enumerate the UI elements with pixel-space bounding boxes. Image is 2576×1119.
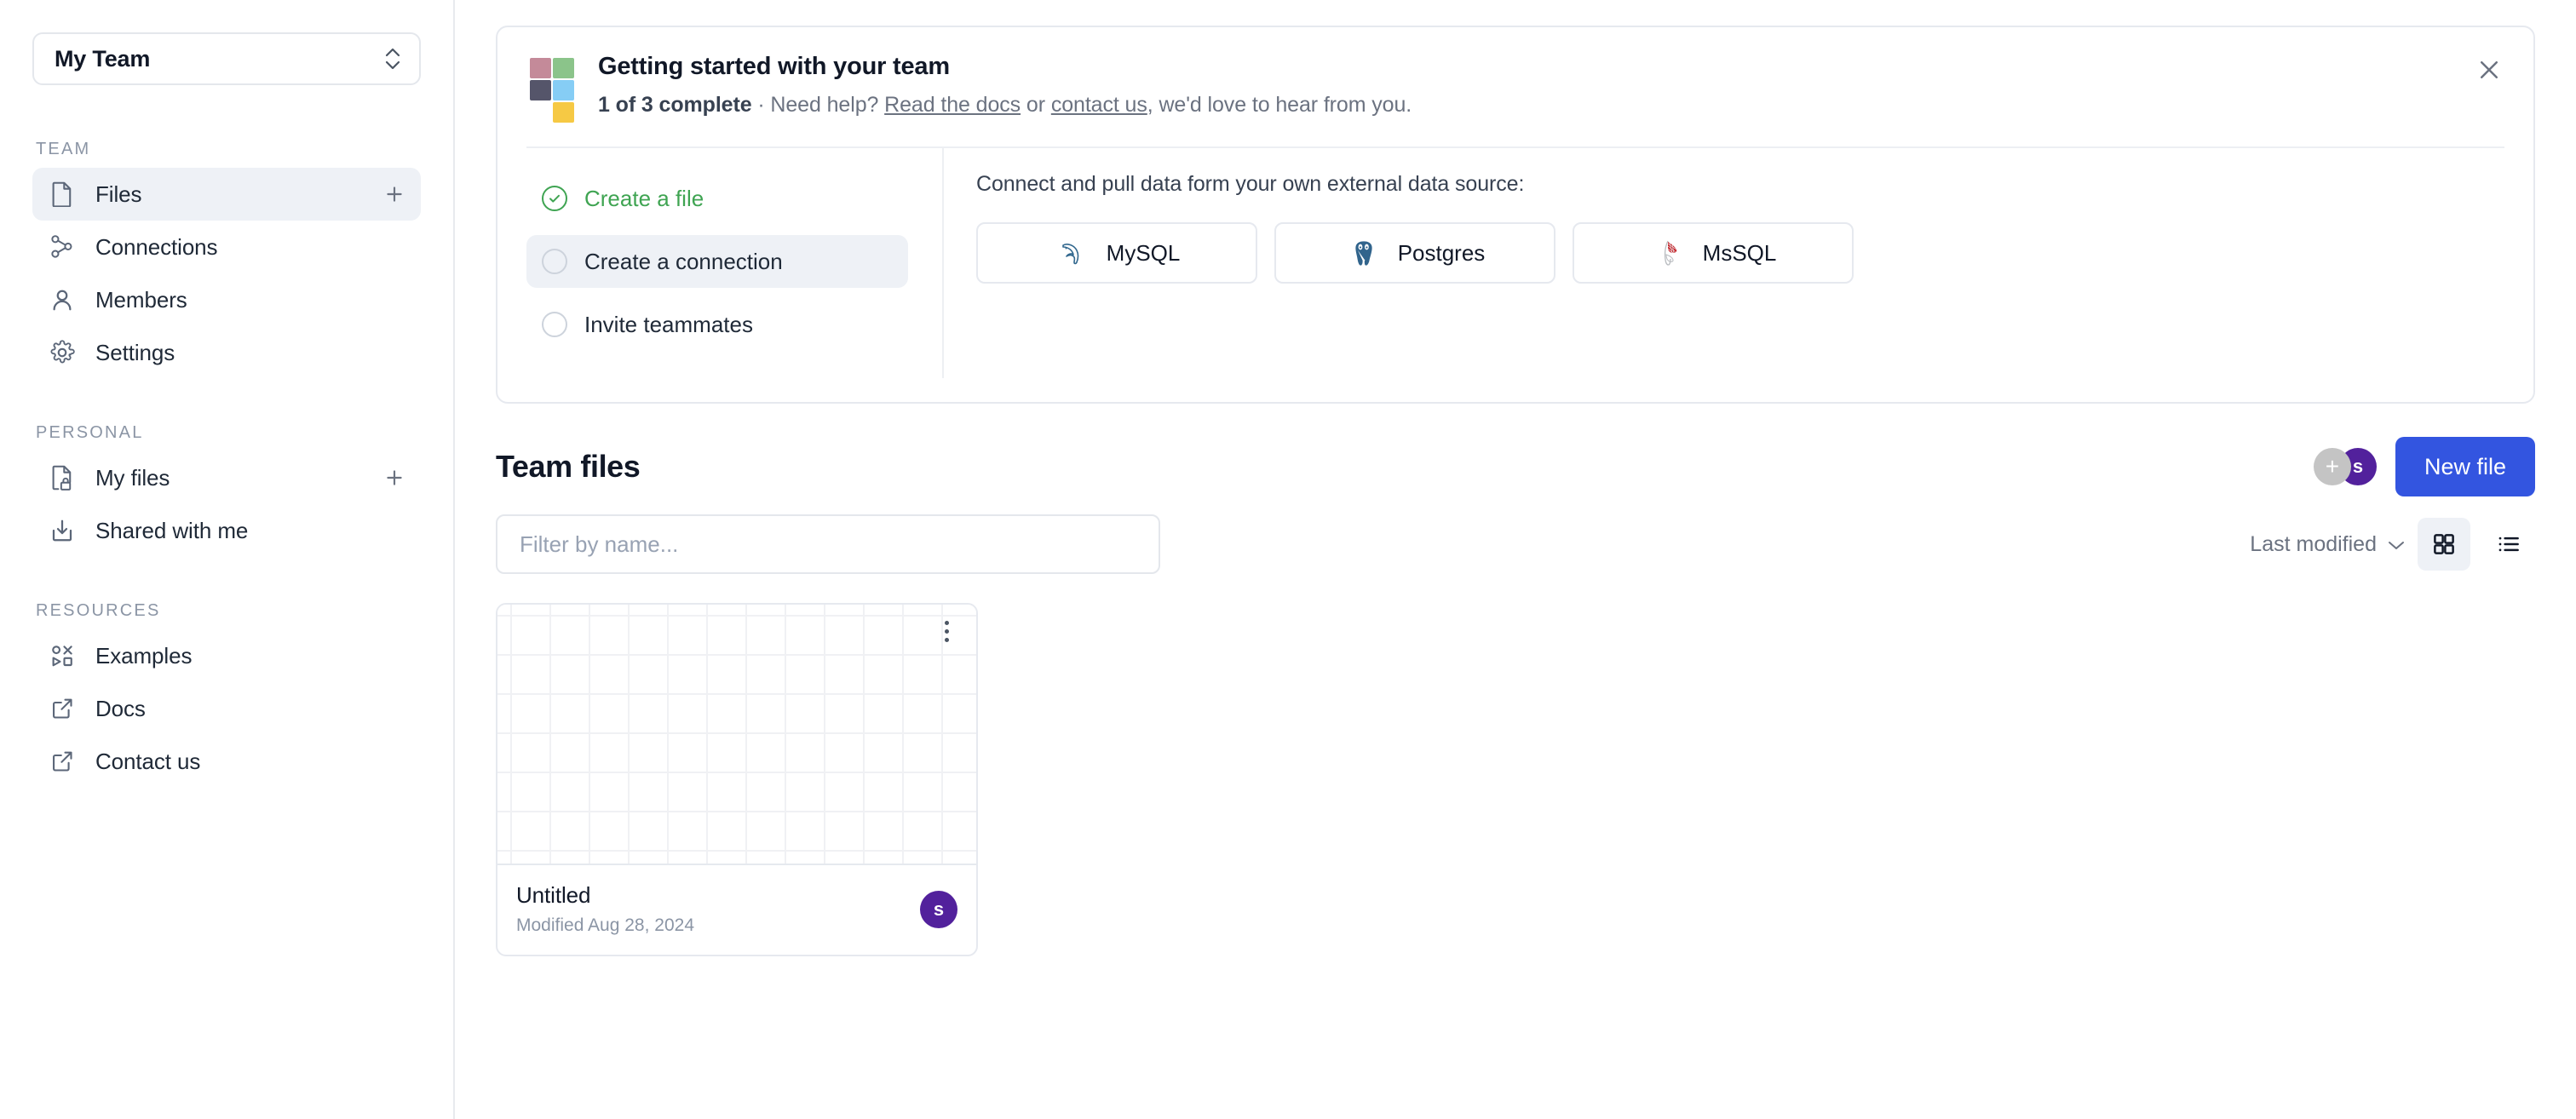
file-preview [497, 605, 976, 865]
mssql-button[interactable]: MsSQL [1573, 222, 1854, 284]
banner-between-links: or [1021, 93, 1051, 117]
sidebar-item-shared-with-me[interactable]: Shared with me [32, 504, 421, 557]
onboarding-checklist: Create a file Create a connection Invite… [526, 148, 944, 378]
checklist-item-create-file[interactable]: Create a file [526, 172, 908, 225]
sidebar: My Team TEAM Files Connections Members S… [0, 0, 455, 1119]
sidebar-item-label: Connections [95, 234, 218, 260]
banner-title: Getting started with your team [598, 53, 950, 80]
banner-progress: 1 of 3 complete [598, 93, 752, 117]
file-modified: Modified Aug 28, 2024 [516, 915, 694, 935]
check-circle-done-icon [542, 186, 567, 211]
close-icon[interactable] [2472, 53, 2506, 87]
sort-dropdown[interactable]: Last modified [2250, 532, 2406, 557]
mysql-button[interactable]: MySQL [976, 222, 1257, 284]
file-lock-icon [48, 463, 77, 492]
app-root: My Team TEAM Files Connections Members S… [0, 0, 2576, 1119]
file-card[interactable]: Untitled Modified Aug 28, 2024 s [496, 603, 978, 956]
inbox-download-icon [48, 516, 77, 545]
filter-input[interactable] [496, 514, 1160, 574]
list-view-button[interactable] [2482, 518, 2535, 571]
page-title: Team files [496, 449, 641, 484]
files-grid: Untitled Modified Aug 28, 2024 s [496, 603, 2535, 956]
sidebar-item-label: Docs [95, 696, 146, 721]
read-the-docs-link[interactable]: Read the docs [884, 93, 1021, 117]
chevron-down-icon [2387, 532, 2406, 557]
banner-need-help: Need help? [770, 93, 885, 117]
team-switcher-label: My Team [55, 45, 151, 72]
postgres-label: Postgres [1397, 239, 1486, 266]
user-icon [48, 285, 77, 314]
more-vertical-icon[interactable] [932, 617, 961, 646]
team-files-actions: + s New file [2313, 437, 2535, 496]
sidebar-item-docs[interactable]: Docs [32, 682, 421, 735]
new-file-button[interactable]: New file [2395, 437, 2535, 496]
mssql-icon [1650, 234, 1688, 272]
database-options: MySQL Postgres MsSQL [976, 222, 2504, 284]
avatar[interactable]: s [920, 890, 957, 928]
external-link-icon [48, 747, 77, 776]
add-file-icon[interactable] [382, 181, 407, 207]
sidebar-item-contact-us[interactable]: Contact us [32, 735, 421, 788]
mssql-label: MsSQL [1702, 239, 1777, 266]
checklist-item-invite-teammates[interactable]: Invite teammates [526, 298, 908, 351]
member-avatars: + s [2313, 448, 2377, 485]
sidebar-section-team-title: TEAM [36, 140, 91, 158]
sidebar-item-my-files[interactable]: My files [32, 451, 421, 504]
checklist-item-label: Create a connection [584, 248, 783, 274]
sidebar-item-label: Settings [95, 340, 175, 365]
file-card-footer: Untitled Modified Aug 28, 2024 s [497, 865, 976, 955]
add-my-file-icon[interactable] [382, 465, 407, 491]
team-files-header: Team files + s New file [496, 437, 2535, 496]
banner-tail: , we'd love to hear from you. [1147, 93, 1412, 117]
connect-panel: Connect and pull data form your own exte… [944, 148, 2504, 378]
grid-view-button[interactable] [2418, 518, 2470, 571]
sidebar-item-examples[interactable]: Examples [32, 629, 421, 682]
postgres-button[interactable]: Postgres [1274, 222, 1555, 284]
add-member-button[interactable]: + [2313, 448, 2351, 485]
sidebar-item-files[interactable]: Files [32, 168, 421, 221]
sidebar-item-members[interactable]: Members [32, 273, 421, 326]
sidebar-item-label: Examples [95, 643, 193, 669]
checklist-item-create-connection[interactable]: Create a connection [526, 235, 908, 288]
check-circle-empty-icon [542, 249, 567, 274]
postgres-elephant-icon [1345, 234, 1383, 272]
connect-panel-label: Connect and pull data form your own exte… [976, 172, 1525, 196]
list-view-icon [2498, 537, 2519, 552]
file-icon [48, 180, 77, 209]
team-switcher[interactable]: My Team [32, 32, 421, 85]
sidebar-item-label: Shared with me [95, 518, 249, 543]
view-controls: Last modified [2250, 518, 2535, 571]
file-card-text: Untitled Modified Aug 28, 2024 [516, 882, 920, 936]
main-content: Getting started with your team 1 of 3 co… [455, 0, 2576, 1119]
file-name: Untitled [516, 882, 591, 908]
external-link-icon [48, 694, 77, 723]
sidebar-item-label: My files [95, 465, 170, 491]
banner-subtitle: 1 of 3 complete · Need help? Read the do… [598, 93, 1412, 118]
checklist-item-label: Create a file [584, 185, 704, 211]
mysql-label: MySQL [1106, 239, 1181, 266]
connections-icon [48, 232, 77, 261]
checklist-item-label: Invite teammates [584, 311, 753, 337]
sidebar-section-personal-title: PERSONAL [36, 423, 144, 442]
mysql-dolphin-icon [1054, 234, 1091, 272]
banner-header: Getting started with your team 1 of 3 co… [526, 53, 2504, 123]
sort-label: Last modified [2250, 531, 2377, 556]
app-logo-icon [530, 58, 574, 123]
sidebar-item-settings[interactable]: Settings [32, 326, 421, 379]
sidebar-section-resources-title: RESOURCES [36, 601, 161, 620]
contact-us-link[interactable]: contact us [1051, 93, 1147, 117]
files-toolbar: Last modified [496, 514, 2535, 574]
sidebar-item-label: Files [95, 181, 142, 207]
banner-body: Create a file Create a connection Invite… [526, 148, 2504, 378]
chevron-up-down-icon [385, 48, 400, 70]
getting-started-banner: Getting started with your team 1 of 3 co… [496, 26, 2535, 404]
sidebar-item-connections[interactable]: Connections [32, 221, 421, 273]
sidebar-item-label: Contact us [95, 749, 201, 774]
banner-separator: · [751, 93, 771, 117]
sidebar-item-label: Members [95, 287, 187, 313]
gear-icon [48, 338, 77, 367]
check-circle-empty-icon [542, 312, 567, 337]
shapes-icon [48, 641, 77, 670]
grid-view-icon [2434, 534, 2454, 554]
